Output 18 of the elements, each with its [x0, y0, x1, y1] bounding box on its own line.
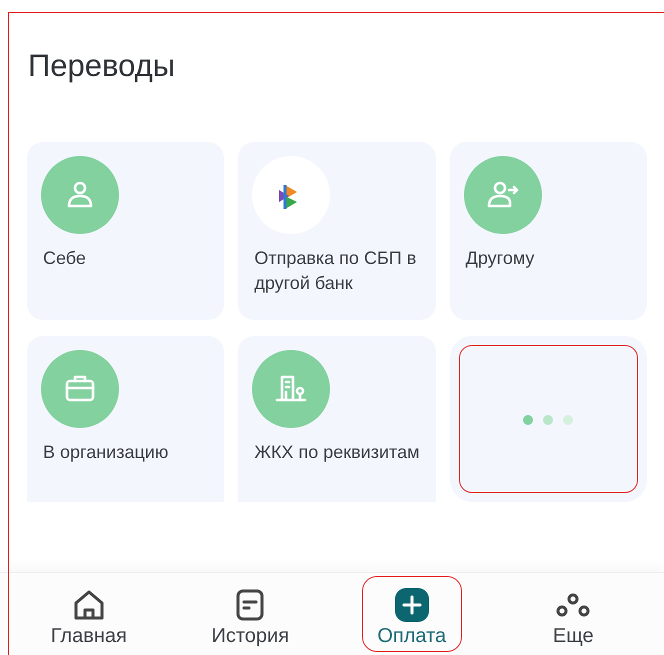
- transfer-tile[interactable]: ЖКХ по реквизитам: [238, 336, 436, 502]
- page-title: Переводы: [28, 48, 176, 85]
- plus-icon: [394, 587, 430, 623]
- loading-dots-icon: [522, 414, 574, 426]
- tile-label: Отправка по СБП в другой банк: [253, 247, 418, 295]
- nav-tab[interactable]: Еще: [520, 573, 626, 655]
- tile-label: В организацию: [42, 441, 170, 464]
- transfer-tile[interactable]: Отправка по СБП в другой банк: [238, 142, 436, 320]
- nav-tab[interactable]: Главная: [36, 573, 142, 655]
- transfer-tile[interactable]: Другому: [450, 142, 647, 320]
- transfer-tile[interactable]: [450, 336, 647, 502]
- transfer-tile[interactable]: В организацию: [27, 336, 224, 502]
- nav-tab[interactable]: Оплата: [358, 573, 465, 655]
- tile-label: Себе: [42, 247, 87, 270]
- nav-tab[interactable]: История: [197, 573, 304, 655]
- transfer-tile[interactable]: Себе: [27, 142, 224, 320]
- tile-label: ЖКХ по реквизитам: [253, 441, 420, 464]
- tile-label: Другому: [464, 247, 536, 270]
